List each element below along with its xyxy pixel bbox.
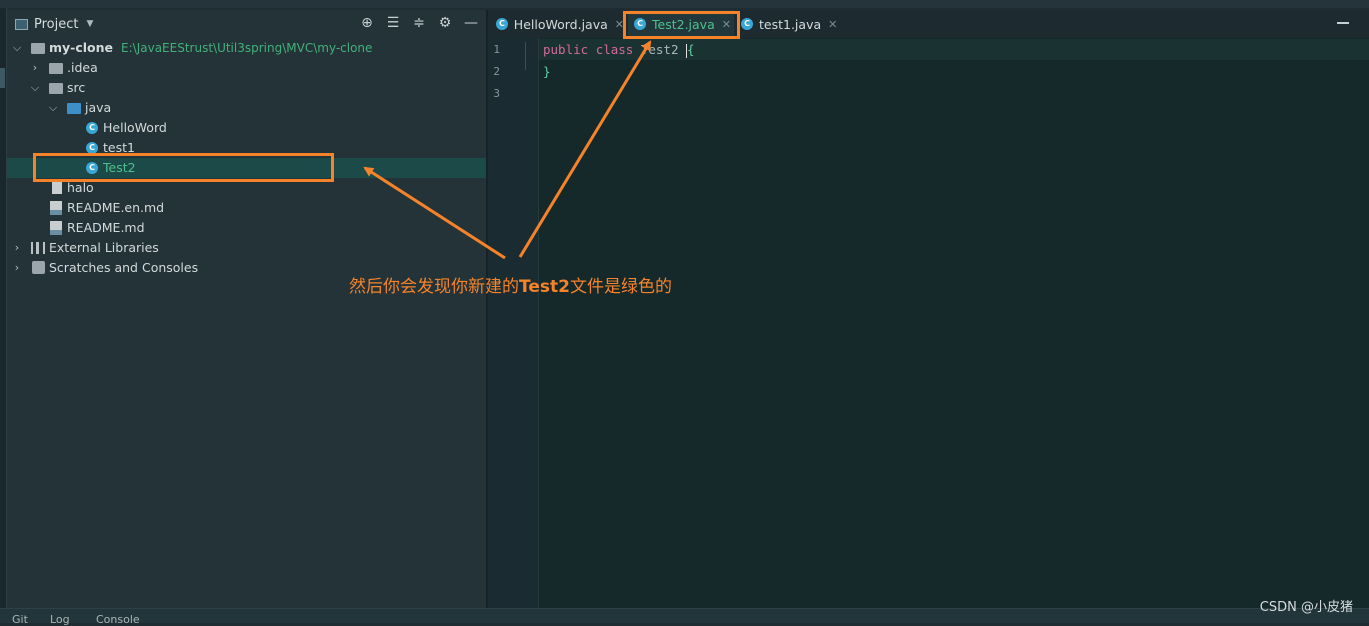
tree-item-external-libraries[interactable]: › External Libraries	[7, 238, 486, 258]
tab-console[interactable]: Console	[96, 613, 140, 626]
tree-item-idea[interactable]: › .idea	[7, 58, 486, 78]
annotation-text: 然后你会发现你新建的Test2文件是绿色的	[349, 272, 672, 297]
target-icon[interactable]: ⊕	[360, 15, 374, 31]
java-class-icon: C	[741, 18, 753, 30]
tree-item-label: my-clone	[49, 40, 114, 55]
tree-item-label: README.md	[67, 220, 145, 235]
tab-git[interactable]: Git	[12, 613, 28, 626]
code-line-2: }	[543, 64, 551, 79]
line-number: 3	[493, 87, 500, 100]
folder-icon	[49, 63, 63, 74]
code-brace: {	[687, 42, 695, 57]
tree-item-my-clone[interactable]: ⌵ my-clone E:\JavaEEStrust\Util3spring\MV…	[7, 38, 486, 58]
gear-icon[interactable]: ⚙	[438, 15, 452, 31]
annotation-box-test2-file	[33, 153, 334, 182]
tree-item-label: .idea	[67, 60, 98, 75]
module-folder-icon	[31, 43, 45, 54]
folder-icon	[49, 83, 63, 94]
title-strip	[0, 0, 1369, 8]
code-line-1: public class Test2 {	[543, 42, 695, 58]
module-path: E:\JavaEEStrust\Util3spring\MVC\my-clone	[121, 41, 373, 55]
tree-item-readme[interactable]: README.md	[7, 218, 486, 238]
chevron-down-icon[interactable]: ⌵	[48, 98, 58, 118]
markdown-icon	[50, 221, 62, 235]
code-brace: }	[543, 64, 551, 79]
code-class-name: Test2	[640, 42, 679, 57]
bottom-tool-bar: Git Log Console	[0, 608, 1369, 626]
code-editor[interactable]: 1 2 3 public class Test2 { }	[488, 38, 1369, 608]
watermark: CSDN @小皮猪	[1259, 600, 1353, 615]
project-tree: ⌵ my-clone E:\JavaEEStrust\Util3spring\MV…	[7, 38, 486, 608]
annotation-box-test2-tab	[623, 11, 740, 39]
code-keyword: class	[595, 42, 634, 57]
libraries-icon	[31, 242, 45, 254]
file-icon	[52, 181, 62, 194]
tree-item-label: HelloWord	[103, 120, 167, 135]
tree-item-src[interactable]: ⌵ src	[7, 78, 486, 98]
project-view-selector[interactable]: Project ▼	[15, 17, 93, 32]
markdown-icon	[50, 201, 62, 215]
tree-item-readme-en[interactable]: README.en.md	[7, 198, 486, 218]
project-icon	[15, 18, 28, 30]
minimize-icon[interactable]: —	[464, 15, 478, 31]
tree-item-label: src	[67, 80, 86, 95]
tree-item-java[interactable]: ⌵ java	[7, 98, 486, 118]
code-keyword: public	[543, 42, 589, 57]
chevron-down-icon[interactable]: ⌵	[12, 38, 22, 58]
scratches-icon	[32, 261, 45, 274]
tree-item-label: Scratches and Consoles	[49, 260, 199, 275]
tab-label: HelloWord.java	[513, 16, 608, 32]
chevron-down-icon: ▼	[86, 19, 94, 29]
line-number-gutter: 1 2 3	[488, 38, 539, 608]
editor-tab-bar: C HelloWord.java ✕ C Test2.java ✕ C test…	[488, 10, 1369, 39]
tree-item-label: External Libraries	[49, 240, 159, 255]
minimize-icon[interactable]	[1337, 22, 1349, 24]
line-number: 1	[493, 43, 500, 56]
annotation-text-prefix: 然后你会发现你新建的	[349, 277, 519, 297]
chevron-down-icon[interactable]: ⌵	[30, 78, 40, 98]
annotation-text-bold: Test2	[519, 277, 570, 297]
chevron-right-icon[interactable]: ›	[12, 258, 22, 278]
java-class-icon: C	[496, 18, 508, 30]
java-class-icon: C	[86, 122, 98, 134]
project-tool-button[interactable]	[0, 68, 5, 88]
project-panel-header: Project ▼ ⊕ ☰ ≑ ⚙ —	[7, 10, 486, 39]
tab-log[interactable]: Log	[50, 613, 70, 626]
annotation-text-suffix: 文件是绿色的	[569, 277, 672, 297]
tab-label: test1.java	[759, 16, 822, 32]
tree-item-helloword[interactable]: C HelloWord	[7, 118, 486, 138]
project-title: Project	[34, 16, 79, 32]
tree-item-label: java	[85, 100, 112, 115]
left-tool-strip	[0, 8, 7, 608]
tree-item-label: README.en.md	[67, 200, 165, 215]
source-folder-icon	[67, 103, 81, 114]
tab-test1[interactable]: C test1.java ✕	[741, 10, 851, 38]
expand-all-icon[interactable]: ☰	[386, 15, 400, 31]
chevron-right-icon[interactable]: ›	[12, 238, 22, 258]
fold-guide	[525, 42, 526, 70]
collapse-all-icon[interactable]: ≑	[412, 15, 426, 31]
close-icon[interactable]: ✕	[828, 18, 837, 31]
line-number: 2	[493, 65, 500, 78]
tab-helloword[interactable]: C HelloWord.java ✕	[496, 10, 624, 38]
chevron-right-icon[interactable]: ›	[30, 58, 40, 78]
